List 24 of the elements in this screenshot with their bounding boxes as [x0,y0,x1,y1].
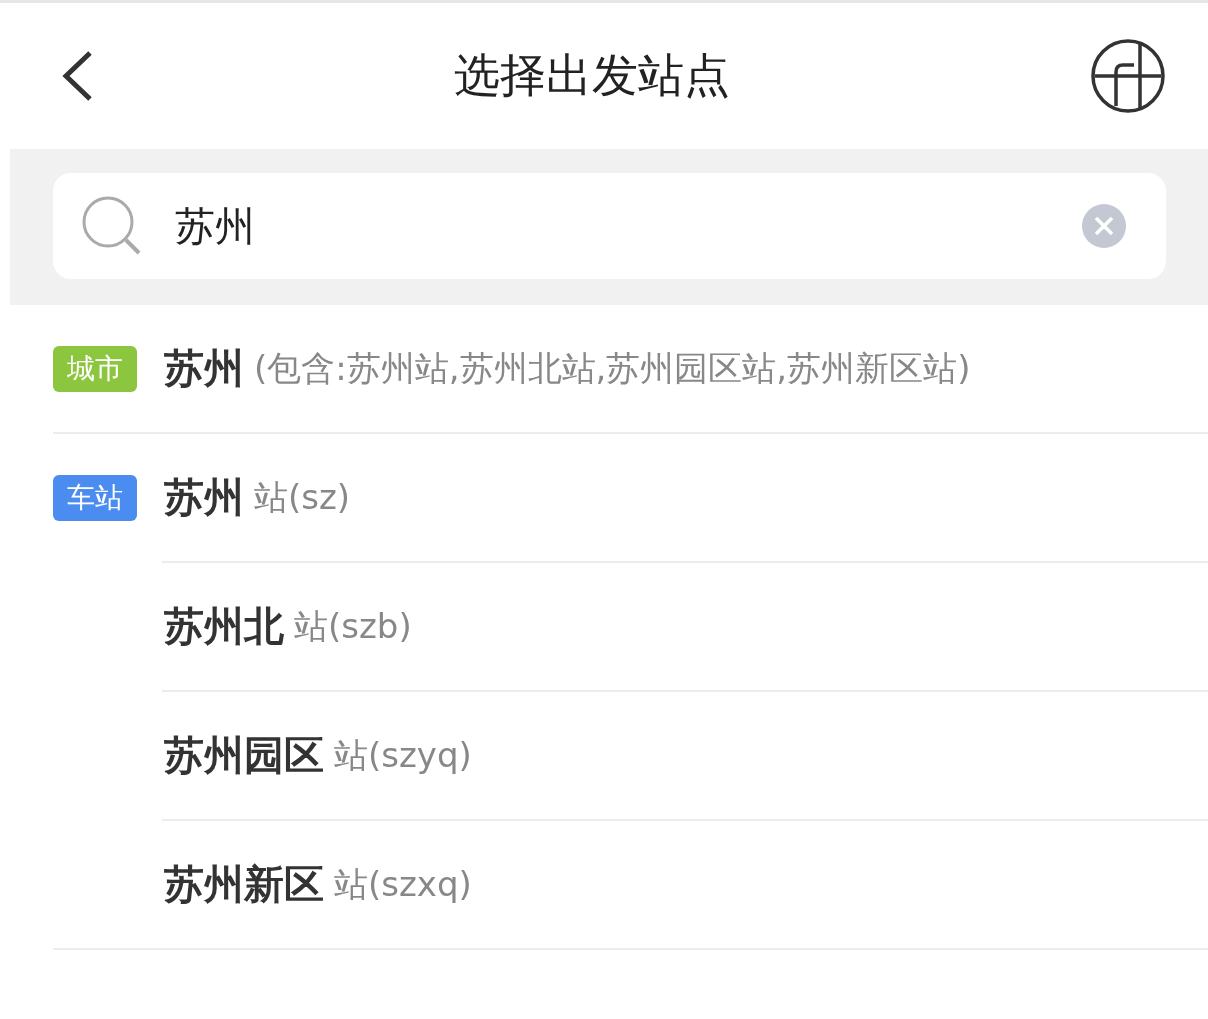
globe-grid-icon [1090,38,1166,114]
back-icon [60,50,94,102]
back-button[interactable] [60,50,94,102]
result-row[interactable]: 苏州北 站(szb) [0,563,1208,690]
search-box[interactable]: 苏州 [53,173,1166,279]
station-detail: 站(szyq) [334,733,472,777]
search-icon [81,195,143,257]
station-detail: 站(szb) [294,604,412,648]
station-detail: (包含:苏州站,苏州北站,苏州园区站,苏州新区站) [254,346,971,390]
station-name: 苏州 [164,473,244,522]
result-row[interactable]: 车站 苏州 站(sz) [0,434,1208,561]
station-detail: 站(szxq) [334,862,472,906]
page-title: 选择出发站点 [454,47,730,104]
station-name: 苏州新区 [164,860,324,909]
category-tag: 车站 [53,474,137,521]
globe-button[interactable] [1090,38,1166,114]
station-name: 苏州 [164,344,244,393]
station-detail: 站(sz) [254,475,351,519]
station-name: 苏州园区 [164,731,324,780]
category-tag: 城市 [53,345,137,392]
result-row[interactable]: 苏州园区 站(szyq) [0,692,1208,819]
station-name: 苏州北 [164,602,284,651]
result-row[interactable]: 城市 苏州 (包含:苏州站,苏州北站,苏州园区站,苏州新区站) [0,305,1208,432]
result-row[interactable]: 苏州新区 站(szxq) [0,821,1208,948]
